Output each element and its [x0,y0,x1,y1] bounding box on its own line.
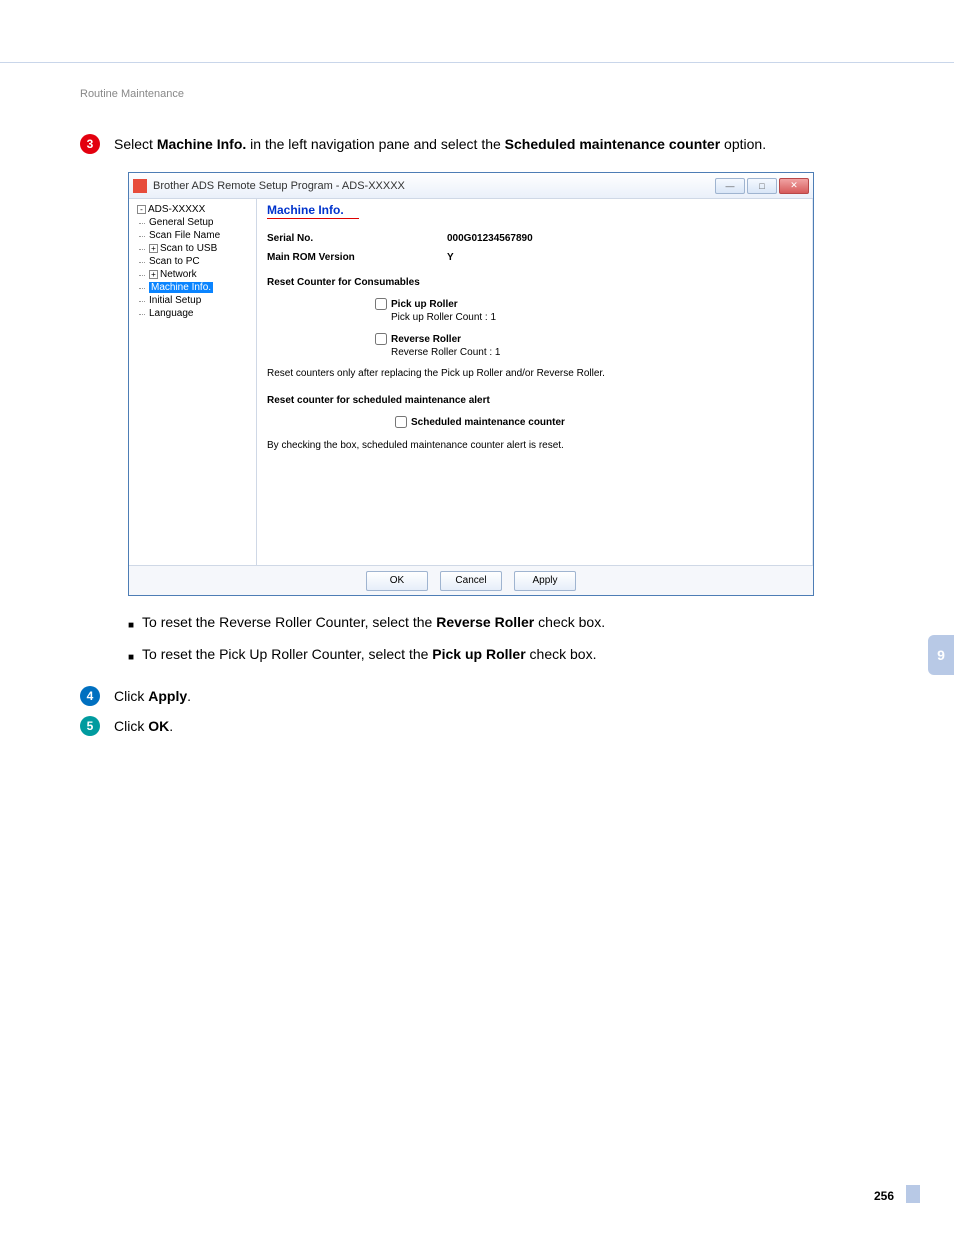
rom-row: Main ROM Version Y [267,252,803,263]
t: check box. [534,614,605,630]
step-5: 5 Click OK. [80,716,902,736]
t: . [169,718,173,734]
rom-label: Main ROM Version [267,252,447,263]
t: Pick up Roller [432,646,525,662]
step-3: 3 Select Machine Info. in the left navig… [80,134,902,154]
tree-item[interactable]: Scan File Name [131,229,254,242]
panel-title: Machine Info. [267,203,803,219]
consumables-note: Reset counters only after replacing the … [267,368,803,379]
reset-consumables-heading: Reset Counter for Consumables [267,277,803,288]
app-icon [133,179,147,193]
step-4-text: Click Apply. [114,686,191,706]
window-title: Brother ADS Remote Setup Program - ADS-X… [153,180,715,192]
bullet-list: ■ To reset the Reverse Roller Counter, s… [128,612,902,668]
ok-button[interactable]: OK [366,571,428,591]
tree-item[interactable]: General Setup [131,216,254,229]
t: Select [114,136,157,152]
reverse-roller-checkbox[interactable] [375,333,387,345]
tree-item[interactable]: Language [131,307,254,320]
sched-checkbox-row: Scheduled maintenance counter [395,416,803,428]
pickup-roller-checkbox[interactable] [375,298,387,310]
window-controls: — □ ✕ [715,178,809,194]
step-5-text: Click OK. [114,716,173,736]
t: OK [148,718,169,734]
serial-value: 000G01234567890 [447,233,533,244]
expand-icon[interactable]: + [149,270,158,279]
t: ADS-XXXXX [148,204,205,215]
t: Apply [148,688,187,704]
titlebar: Brother ADS Remote Setup Program - ADS-X… [129,173,813,199]
t: in the left navigation pane and select t… [246,136,504,152]
bullet-1-text: To reset the Reverse Roller Counter, sel… [142,612,605,632]
step-4: 4 Click Apply. [80,686,902,706]
t: option. [720,136,766,152]
tree-item[interactable]: +Scan to USB [131,242,254,255]
dialog-footer: OK Cancel Apply [129,565,813,595]
t: check box. [526,646,597,662]
expand-icon[interactable]: + [149,244,158,253]
step-badge-3: 3 [80,134,100,154]
serial-label: Serial No. [267,233,447,244]
t: Scan to USB [160,243,217,254]
sched-maintenance-checkbox[interactable] [395,416,407,428]
pickup-roller-checkbox-row: Pick up Roller [375,298,803,310]
bullet-icon: ■ [128,612,134,636]
t: Machine Info. [149,282,213,293]
app-body: -ADS-XXXXX General Setup Scan File Name … [129,199,813,565]
tree-item[interactable]: +Network [131,268,254,281]
t: Reverse Roller [436,614,534,630]
apply-button[interactable]: Apply [514,571,576,591]
t: Click [114,718,148,734]
close-button[interactable]: ✕ [779,178,809,194]
reverse-roller-checkbox-row: Reverse Roller [375,333,803,345]
page-corner-decoration [906,1185,920,1203]
t: Click [114,688,148,704]
pickup-roller-label: Pick up Roller [391,299,458,310]
collapse-icon[interactable]: - [137,205,146,214]
step-badge-4: 4 [80,686,100,706]
step-badge-5: 5 [80,716,100,736]
t: . [187,688,191,704]
t: To reset the Pick Up Roller Counter, sel… [142,646,432,662]
reverse-count: Reverse Roller Count : 1 [391,347,803,358]
sched-label: Scheduled maintenance counter [411,417,565,428]
tree-item[interactable]: Scan to PC [131,255,254,268]
nav-tree[interactable]: -ADS-XXXXX General Setup Scan File Name … [129,199,257,565]
section-header: Routine Maintenance [80,88,184,100]
reverse-roller-label: Reverse Roller [391,334,461,345]
top-divider [0,62,954,63]
maximize-button[interactable]: □ [747,178,777,194]
bullet-1: ■ To reset the Reverse Roller Counter, s… [128,612,902,636]
reset-sched-heading: Reset counter for scheduled maintenance … [267,395,803,406]
bullet-icon: ■ [128,644,134,668]
content-panel: Machine Info. Serial No. 000G01234567890… [257,199,813,565]
tree-root[interactable]: -ADS-XXXXX [131,203,254,216]
page-number: 256 [874,1189,894,1203]
app-window: Brother ADS Remote Setup Program - ADS-X… [128,172,814,596]
t: Machine Info. [157,136,246,152]
chapter-tab: 9 [928,635,954,675]
rom-value: Y [447,252,454,263]
serial-row: Serial No. 000G01234567890 [267,233,803,244]
t: Network [160,269,197,280]
step-3-text: Select Machine Info. in the left navigat… [114,134,766,154]
tree-item-selected[interactable]: Machine Info. [131,281,254,294]
page-content: 3 Select Machine Info. in the left navig… [80,134,902,744]
cancel-button[interactable]: Cancel [440,571,502,591]
t: Scheduled maintenance counter [505,136,721,152]
bullet-2: ■ To reset the Pick Up Roller Counter, s… [128,644,902,668]
minimize-button[interactable]: — [715,178,745,194]
sched-note: By checking the box, scheduled maintenan… [267,440,803,451]
pickup-count: Pick up Roller Count : 1 [391,312,803,323]
tree-item[interactable]: Initial Setup [131,294,254,307]
bullet-2-text: To reset the Pick Up Roller Counter, sel… [142,644,596,664]
t: To reset the Reverse Roller Counter, sel… [142,614,436,630]
